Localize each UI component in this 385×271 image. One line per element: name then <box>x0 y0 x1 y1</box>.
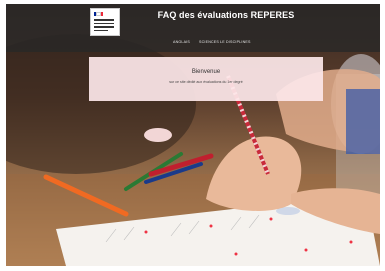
french-flag-icon <box>94 12 103 16</box>
ministry-logo[interactable] <box>90 8 120 36</box>
site-title[interactable]: FAQ des évaluations REPERES <box>126 10 326 20</box>
welcome-title: Bienvenue <box>191 69 221 75</box>
nav-item-sciences[interactable]: SCIENCES <box>199 40 219 44</box>
main-nav: ANGLAIS SCIENCES LE DISCIPLINES <box>6 40 380 50</box>
logo-text-lines <box>94 19 114 33</box>
page: FAQ des évaluations REPERES ANGLAIS SCIE… <box>6 4 380 266</box>
welcome-card: Bienvenue sur ce site dédié aux évaluati… <box>89 57 323 101</box>
welcome-subtitle: sur ce site dédié aux évaluations du 1er… <box>169 80 243 84</box>
site-header: FAQ des évaluations REPERES ANGLAIS SCIE… <box>6 4 380 52</box>
nav-item-disciplines[interactable]: LE DISCIPLINES <box>220 40 251 44</box>
nav-item-anglais[interactable]: ANGLAIS <box>173 40 190 44</box>
